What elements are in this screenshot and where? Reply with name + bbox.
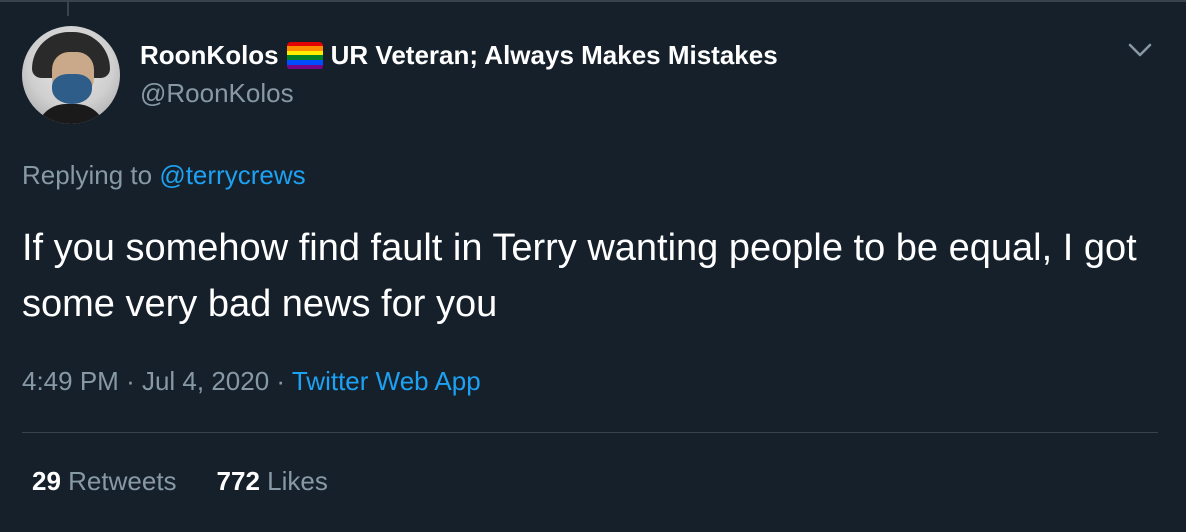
replying-to-label: Replying to xyxy=(22,160,153,190)
divider xyxy=(22,432,1158,433)
meta-separator: · xyxy=(126,366,135,396)
thread-line xyxy=(67,0,69,16)
avatar[interactable] xyxy=(22,26,120,124)
chevron-down-icon[interactable] xyxy=(1124,36,1156,64)
avatar-mask xyxy=(52,74,92,104)
top-border xyxy=(0,0,1186,2)
replying-to: Replying to @terrycrews xyxy=(22,160,306,191)
tweet-date[interactable]: Jul 4, 2020 xyxy=(142,366,269,396)
tweet-source-link[interactable]: Twitter Web App xyxy=(292,366,481,396)
retweets-stat[interactable]: 29 Retweets xyxy=(32,466,177,497)
display-name-suffix: UR Veteran; Always Makes Mistakes xyxy=(330,40,778,70)
reply-mention-link[interactable]: @terrycrews xyxy=(159,160,305,190)
meta-separator: · xyxy=(276,366,286,396)
likes-stat[interactable]: 772 Likes xyxy=(217,466,328,497)
tweet-time[interactable]: 4:49 PM xyxy=(22,366,119,396)
display-name[interactable]: RoonKolos UR Veteran; Always Makes Mista… xyxy=(140,40,778,71)
flag-stripe-6 xyxy=(286,64,323,70)
likes-count: 772 xyxy=(216,466,260,496)
likes-label: Likes xyxy=(267,466,328,496)
user-handle[interactable]: @RoonKolos xyxy=(140,78,294,109)
tweet-stats: 29 Retweets 772 Likes xyxy=(32,466,328,497)
retweets-count: 29 xyxy=(32,466,61,496)
avatar-shirt xyxy=(36,104,106,124)
tweet-text: If you somehow find fault in Terry wanti… xyxy=(22,227,1137,325)
rainbow-flag-icon xyxy=(286,41,323,70)
display-name-text: RoonKolos xyxy=(140,40,279,70)
tweet-meta: 4:49 PM · Jul 4, 2020 · Twitter Web App xyxy=(22,366,481,397)
retweets-label: Retweets xyxy=(68,466,177,496)
